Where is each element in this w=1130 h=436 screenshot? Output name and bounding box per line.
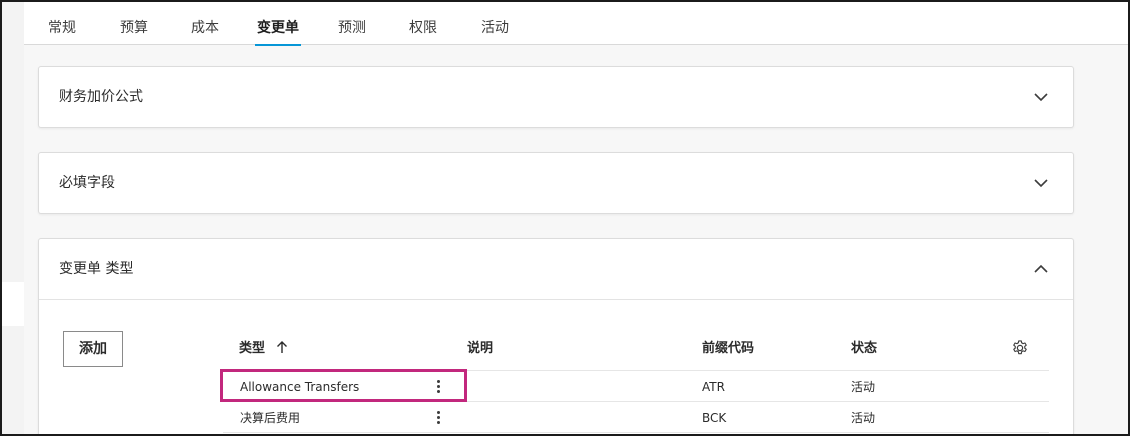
panel-divider <box>39 299 1073 300</box>
column-header-status[interactable]: 状态 <box>851 331 877 367</box>
left-sidebar-strip <box>2 2 24 434</box>
tab-forecast[interactable]: 预测 <box>338 2 366 45</box>
chevron-up-icon[interactable] <box>1033 261 1049 277</box>
row-divider <box>223 370 1049 371</box>
tab-cost[interactable]: 成本 <box>191 2 219 45</box>
row-type[interactable]: 决算后费用 <box>240 410 300 426</box>
tab-general[interactable]: 常规 <box>48 2 76 45</box>
arrow-up-icon <box>276 341 287 353</box>
chevron-down-icon[interactable] <box>1033 175 1049 191</box>
change-order-types-title: 变更单 类型 <box>59 261 134 277</box>
more-options-icon[interactable] <box>434 379 444 395</box>
row-type[interactable]: Allowance Transfers <box>240 379 359 395</box>
column-header-type[interactable]: 类型 <box>239 331 288 367</box>
change-order-types-panel: 变更单 类型 添加 类型 说明 前缀代码 状态 Allowance Transf… <box>38 238 1074 436</box>
change-order-types-header[interactable]: 变更单 类型 <box>39 239 1073 299</box>
markup-formula-title: 财务加价公式 <box>59 89 143 105</box>
required-fields-header[interactable]: 必填字段 <box>39 153 1073 213</box>
tab-budget[interactable]: 预算 <box>120 2 148 45</box>
chevron-down-icon[interactable] <box>1033 89 1049 105</box>
tab-permissions[interactable]: 权限 <box>409 2 437 45</box>
column-header-prefix[interactable]: 前缀代码 <box>702 331 754 367</box>
required-fields-panel: 必填字段 <box>38 152 1074 214</box>
markup-formula-panel: 财务加价公式 <box>38 66 1074 128</box>
row-divider <box>223 401 1049 402</box>
row-status: 活动 <box>851 380 876 394</box>
add-type-button[interactable]: 添加 <box>63 331 123 367</box>
tab-change-orders[interactable]: 变更单 <box>255 2 301 46</box>
row-prefix: ATR <box>702 380 725 394</box>
main-content: 常规 预算 成本 变更单 预测 权限 活动 财务加价公式 必填字段 变更单 类型 <box>24 2 1128 436</box>
column-type-label: 类型 <box>239 341 266 356</box>
gear-icon[interactable] <box>1011 339 1029 357</box>
row-divider <box>223 432 1049 433</box>
column-header-description[interactable]: 说明 <box>467 331 493 367</box>
more-options-icon[interactable] <box>434 410 444 426</box>
markup-formula-header[interactable]: 财务加价公式 <box>39 67 1073 127</box>
row-prefix: BCK <box>702 411 727 425</box>
required-fields-title: 必填字段 <box>59 175 115 191</box>
tab-activity[interactable]: 活动 <box>481 2 509 45</box>
row-status: 活动 <box>851 411 876 425</box>
tab-bar: 常规 预算 成本 变更单 预测 权限 活动 <box>24 2 1128 46</box>
